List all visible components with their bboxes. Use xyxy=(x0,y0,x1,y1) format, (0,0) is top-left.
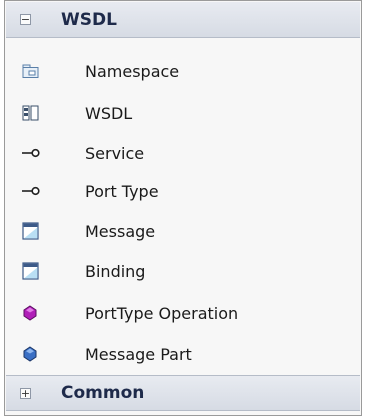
expand-icon[interactable]: + xyxy=(20,387,31,399)
toolbox-item-label: Binding xyxy=(85,261,146,281)
toolbox-item-label: Message Part xyxy=(85,344,192,364)
toolbox-item-label: Namespace xyxy=(85,61,180,81)
port-type-icon xyxy=(22,186,40,196)
toolbox-item-message[interactable]: Message xyxy=(6,213,360,249)
toolbox-item-label: Service xyxy=(85,143,145,163)
binding-icon xyxy=(22,262,39,280)
toolbox-item-namespace[interactable]: Namespace xyxy=(6,53,360,89)
message-part-icon xyxy=(23,346,37,362)
namespace-icon xyxy=(22,64,39,78)
group-title-wsdl: WSDL xyxy=(61,9,117,30)
toolbox-item-binding[interactable]: Binding xyxy=(6,253,360,289)
toolbox-item-service[interactable]: Service xyxy=(6,135,360,171)
toolbox-item-port-type[interactable]: Port Type xyxy=(6,173,360,209)
toolbox-panel: − WSDL Namespace WSDL Service Port Type … xyxy=(4,0,362,416)
toolbox-item-wsdl[interactable]: WSDL xyxy=(6,95,360,131)
wsdl-icon xyxy=(22,105,39,121)
group-header-wsdl[interactable]: − WSDL xyxy=(6,2,360,38)
group-title-common: Common xyxy=(61,383,145,403)
toolbox-item-message-part[interactable]: Message Part xyxy=(6,336,360,372)
porttype-operation-icon xyxy=(23,305,37,321)
toolbox-item-label: Message xyxy=(85,221,156,241)
toolbox-item-porttype-operation[interactable]: PortType Operation xyxy=(6,295,360,331)
group-header-common[interactable]: + Common xyxy=(6,375,360,411)
toolbox-item-label: PortType Operation xyxy=(85,303,239,323)
service-icon xyxy=(22,148,40,158)
toolbox-item-label: Port Type xyxy=(85,181,159,201)
message-icon xyxy=(22,222,39,240)
toolbox-item-label: WSDL xyxy=(85,103,133,123)
collapse-icon[interactable]: − xyxy=(20,14,31,25)
